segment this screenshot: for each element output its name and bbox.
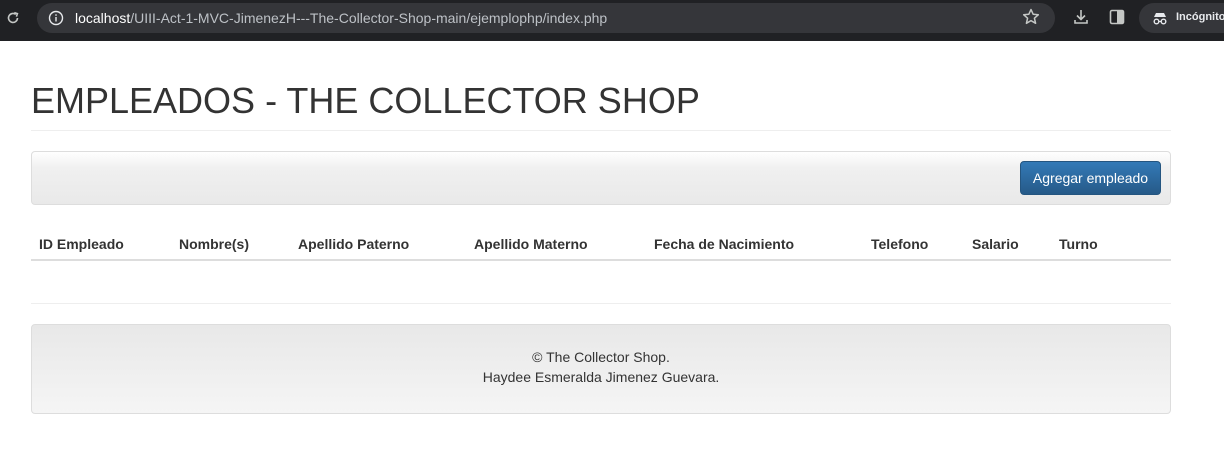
url-path: /UIII-Act-1-MVC-JimenezH---The-Collector… <box>130 10 608 26</box>
address-bar[interactable]: localhost/UIII-Act-1-MVC-JimenezH---The-… <box>37 3 1055 33</box>
column-header-id: ID Empleado <box>31 228 171 261</box>
incognito-indicator[interactable]: Incógnito <box>1139 3 1224 33</box>
browser-toolbar: localhost/UIII-Act-1-MVC-JimenezH---The-… <box>0 0 1224 41</box>
column-header-apellido-materno: Apellido Materno <box>466 228 646 261</box>
star-icon[interactable] <box>1021 7 1041 27</box>
column-header-nombre: Nombre(s) <box>171 228 290 261</box>
url-host: localhost <box>75 10 131 26</box>
reload-icon[interactable] <box>4 9 22 27</box>
column-header-apellido-paterno: Apellido Paterno <box>290 228 466 261</box>
table-header-row: ID Empleado Nombre(s) Apellido Paterno A… <box>31 228 1171 261</box>
incognito-icon <box>1151 9 1169 27</box>
column-header-turno: Turno <box>1051 228 1171 261</box>
footer-divider <box>31 303 1171 304</box>
side-panel-icon[interactable] <box>1107 7 1127 27</box>
title-divider <box>31 130 1171 131</box>
footer-copyright: © The Collector Shop. <box>532 349 670 365</box>
column-header-salario: Salario <box>964 228 1051 261</box>
footer-author: Haydee Esmeralda Jimenez Guevara. <box>482 369 720 385</box>
employees-table: ID Empleado Nombre(s) Apellido Paterno A… <box>31 228 1171 261</box>
page-title: EMPLEADOS - THE COLLECTOR SHOP <box>31 80 700 121</box>
footer: © The Collector Shop. Haydee Esmeralda J… <box>31 324 1171 414</box>
url-text[interactable]: localhost/UIII-Act-1-MVC-JimenezH---The-… <box>75 10 607 26</box>
incognito-label: Incógnito <box>1176 11 1224 23</box>
download-icon[interactable] <box>1071 7 1091 27</box>
column-header-fecha-nacimiento: Fecha de Nacimiento <box>646 228 863 261</box>
add-employee-button[interactable]: Agregar empleado <box>1020 161 1161 195</box>
column-header-telefono: Telefono <box>863 228 964 261</box>
actions-panel: Agregar empleado <box>31 151 1171 205</box>
site-info-icon[interactable] <box>47 9 65 27</box>
